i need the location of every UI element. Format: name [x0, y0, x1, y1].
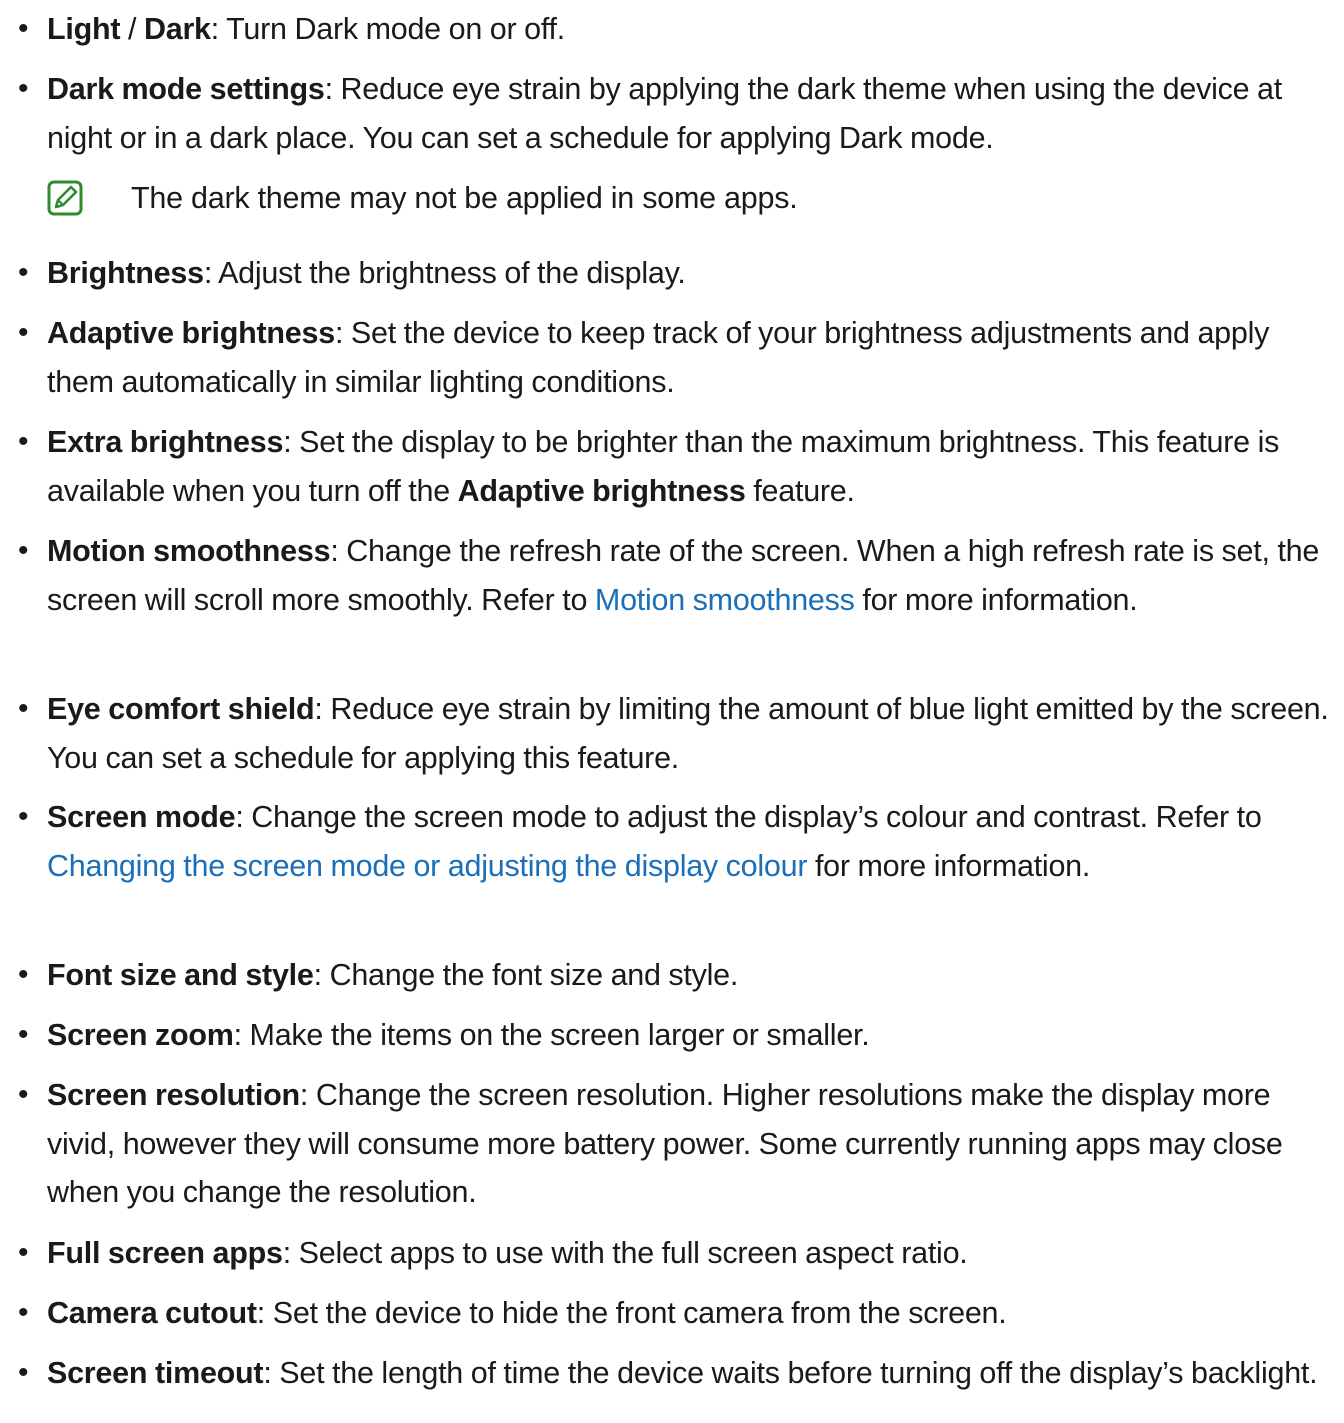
- item-description: : Change the font size and style.: [313, 958, 739, 992]
- item-description: : Change the screen mode to adjust the d…: [235, 800, 1262, 834]
- item-text: Screen mode: Change the screen mode to a…: [47, 793, 1341, 890]
- item-description: : Set the device to hide the front camer…: [256, 1296, 1007, 1330]
- item-term: Brightness: [47, 256, 204, 290]
- item-term: Screen timeout: [47, 1356, 264, 1390]
- item-text: Motion smoothness: Change the refresh ra…: [47, 527, 1341, 624]
- item-text: Screen resolution: Change the screen res…: [47, 1071, 1341, 1217]
- item-term: Adaptive brightness: [47, 316, 335, 350]
- item-text: Camera cutout: Set the device to hide th…: [47, 1289, 1341, 1338]
- item-description: : Set the length of time the device wait…: [263, 1356, 1318, 1390]
- item-text: Full screen apps: Select apps to use wit…: [47, 1229, 1341, 1278]
- link-changing-screen-mode[interactable]: Changing the screen mode or adjusting th…: [47, 849, 807, 883]
- bullet: •: [18, 1018, 29, 1051]
- term-separator: /: [120, 12, 144, 46]
- inline-term-adaptive-brightness: Adaptive brightness: [457, 473, 746, 508]
- bullet: •: [18, 1236, 29, 1269]
- item-description-tail: feature.: [745, 473, 855, 508]
- item-text: Extra brightness: Set the display to be …: [47, 418, 1341, 515]
- item-text: Dark mode settings: Reduce eye strain by…: [47, 65, 1341, 162]
- item-term: Dark mode settings: [47, 72, 325, 106]
- item-description: : Select apps to use with the full scree…: [282, 1236, 968, 1270]
- item-term: Screen mode: [47, 800, 236, 834]
- item-term: Extra brightness: [47, 425, 284, 459]
- bullet: •: [18, 800, 29, 833]
- item-description: : Turn Dark mode on or off.: [210, 12, 565, 46]
- bullet: •: [18, 534, 29, 567]
- item-text: Eye comfort shield: Reduce eye strain by…: [47, 685, 1341, 782]
- item-description: : Adjust the brightness of the display.: [203, 256, 686, 290]
- item-description: : Make the items on the screen larger or…: [233, 1018, 870, 1052]
- item-term: Screen zoom: [47, 1018, 234, 1052]
- item-text: Screen timeout: Set the length of time t…: [47, 1349, 1341, 1398]
- bullet: •: [18, 256, 29, 289]
- item-term-dark: Dark: [143, 12, 211, 46]
- bullet: •: [18, 12, 29, 45]
- item-text: Brightness: Adjust the brightness of the…: [47, 249, 1341, 298]
- note-callout: The dark theme may not be applied in som…: [47, 174, 1341, 222]
- bullet: •: [18, 425, 29, 458]
- link-motion-smoothness[interactable]: Motion smoothness: [595, 583, 855, 617]
- item-term: Eye comfort shield: [47, 692, 315, 726]
- bullet: •: [18, 72, 29, 105]
- item-term: Motion smoothness: [47, 534, 331, 568]
- bullet: •: [18, 1078, 29, 1111]
- bullet: •: [18, 692, 29, 725]
- item-text: Adaptive brightness: Set the device to k…: [47, 309, 1341, 406]
- item-text: Font size and style: Change the font siz…: [47, 951, 1341, 1000]
- item-term: Screen resolution: [47, 1078, 300, 1112]
- bullet: •: [18, 958, 29, 991]
- bullet: •: [18, 316, 29, 349]
- item-text: Light / Dark: Turn Dark mode on or off.: [47, 5, 1341, 54]
- bullet: •: [18, 1356, 29, 1389]
- item-term: Light: [47, 12, 121, 46]
- item-term: Camera cutout: [47, 1296, 257, 1330]
- item-text: Screen zoom: Make the items on the scree…: [47, 1011, 1341, 1060]
- note-text: The dark theme may not be applied in som…: [131, 181, 798, 215]
- item-term: Font size and style: [47, 958, 314, 992]
- item-description-tail: for more information.: [807, 848, 1091, 883]
- bullet: •: [18, 1296, 29, 1329]
- item-description-tail: for more information.: [854, 582, 1138, 617]
- note-pencil-icon: [47, 180, 83, 216]
- item-term: Full screen apps: [47, 1236, 283, 1270]
